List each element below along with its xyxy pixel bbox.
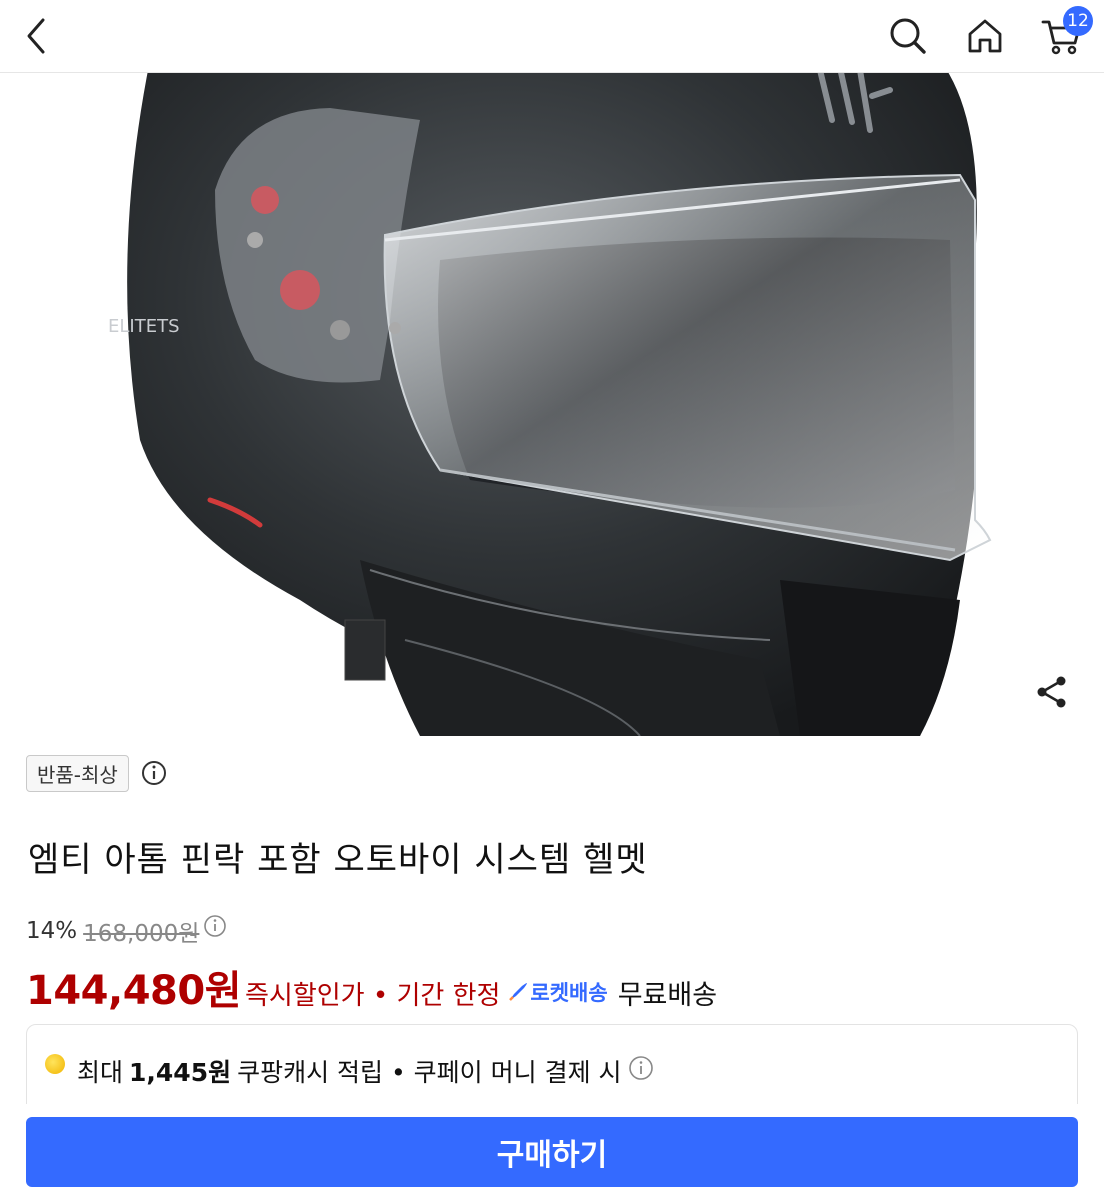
cash-prefix: 최대	[77, 1058, 124, 1087]
rocket-icon	[509, 983, 528, 1001]
instant-discount-label: 즉시할인가 • 기간 한정	[245, 981, 501, 1011]
info-icon[interactable]	[141, 760, 167, 786]
price-row: 144,480원 즉시할인가 • 기간 한정 로켓배송 무료배송	[26, 958, 717, 1016]
buy-button[interactable]: 구매하기	[26, 1117, 1078, 1187]
cash-info-icon[interactable]	[628, 1055, 654, 1081]
coin-icon	[45, 1054, 65, 1074]
original-price: 168,000원	[83, 921, 200, 947]
helmet-illustration: ELITETS	[108, 60, 992, 736]
cart-count-badge: 12	[1063, 6, 1093, 36]
discount-rate: 14%	[26, 918, 78, 944]
condition-tag: 반품-최상	[26, 754, 129, 792]
back-button[interactable]	[14, 14, 58, 58]
price-info-icon[interactable]	[203, 914, 227, 938]
share-button[interactable]	[1030, 670, 1074, 714]
sale-price: 144,480원	[26, 968, 242, 1014]
discount-row: 14% 168,000원	[26, 914, 227, 948]
free-shipping-label: 무료배송	[617, 980, 718, 1011]
cash-reward-row: 최대 1,445원 쿠팡캐시 적립 • 쿠페이 머니 결제 시	[45, 1053, 654, 1089]
search-button[interactable]	[886, 14, 930, 58]
cash-amount: 1,445원	[129, 1058, 232, 1087]
share-icon	[1037, 676, 1066, 708]
condition-row: 반품-최상	[26, 754, 167, 792]
home-button[interactable]	[963, 14, 1007, 58]
home-icon	[968, 19, 1002, 53]
chevron-left-icon	[27, 18, 45, 54]
product-title: 엠티 아톰 핀락 포함 오토바이 시스템 헬멧	[28, 840, 648, 880]
cash-suffix: 쿠팡캐시 적립 • 쿠페이 머니 결제 시	[237, 1058, 622, 1087]
search-icon	[890, 18, 926, 54]
helmet-brand-text: ELITETS	[108, 316, 180, 337]
product-image[interactable]: ELITETS	[0, 60, 1104, 736]
rocket-delivery-badge: 로켓배송	[506, 977, 608, 1007]
top-navigation-bar: 12	[0, 0, 1104, 73]
rocket-delivery-label: 로켓배송	[530, 981, 608, 1005]
